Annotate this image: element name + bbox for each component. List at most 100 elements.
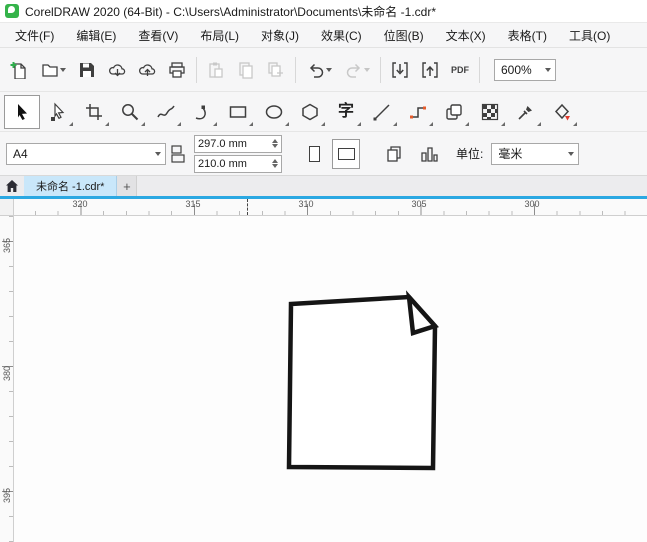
copy-button[interactable] [231,55,261,85]
paste-icon [209,62,223,78]
page-shape[interactable] [286,290,439,471]
menu-edit[interactable]: 编辑(E) [65,23,127,48]
ruler-label: 320 [72,199,88,209]
redo-dropdown-caret[interactable] [363,67,370,72]
page-dimensions: 297.0 mm 210.0 mm [194,134,282,173]
standard-toolbar: PDF 600% [0,48,647,92]
shape-tool-icon [51,101,65,121]
connector-tool[interactable] [400,95,436,129]
all-pages-icon [387,145,401,162]
zoom-level-combo[interactable]: 600% [494,58,556,81]
app-window: CorelDRAW 2020 (64-Bit) - C:\Users\Admin… [0,0,647,542]
checkerboard-icon [481,103,499,120]
ruler-origin-corner[interactable] [0,199,14,216]
page-size-caret [155,151,161,156]
undo-dropdown-caret[interactable] [325,67,332,72]
ruler-label: 305 [411,199,427,209]
menu-text[interactable]: 文本(X) [435,23,497,48]
open-dropdown-caret[interactable] [59,67,66,72]
undo-button[interactable] [300,55,338,85]
text-tool[interactable]: 字 [328,95,364,129]
eyedropper-tool[interactable] [508,95,544,129]
export-button[interactable] [415,55,445,85]
page-size-combo[interactable]: A4 [6,142,166,165]
menu-view[interactable]: 查看(V) [127,23,189,48]
print-button[interactable] [162,55,192,85]
export-icon [422,61,438,78]
new-document-tab-button[interactable]: + [117,176,138,196]
portrait-icon [308,145,320,162]
new-document-button[interactable] [4,55,34,85]
polygon-tool[interactable] [292,95,328,129]
menu-object[interactable]: 对象(J) [250,23,310,48]
line-tool-icon [373,103,390,120]
property-bar: A4 297.0 mm 210.0 mm 单位: 毫米 [0,132,647,176]
import-button[interactable] [385,55,415,85]
document-tab-bar: 未命名 -1.cdr* + [0,176,647,196]
menu-file[interactable]: 文件(F) [4,23,65,48]
zoom-tool-icon [122,103,139,120]
menu-bitmaps[interactable]: 位图(B) [373,23,435,48]
portrait-orientation-button[interactable] [300,139,328,169]
polygon-tool-icon [302,103,318,120]
zoom-combo-caret [545,67,551,72]
pick-tool[interactable] [4,94,40,129]
transparency-tool[interactable] [472,95,508,129]
duplicate-button[interactable] [261,55,291,85]
units-value: 毫米 [498,147,523,161]
interactive-fill-tool[interactable] [544,95,580,129]
width-spinner[interactable] [272,139,278,148]
home-icon [6,180,18,192]
ruler-label: 365 [2,237,12,253]
crop-tool-icon [86,103,102,120]
open-from-cloud-button[interactable] [102,55,132,85]
ruler-label: 300 [524,199,540,209]
shape-tool[interactable] [40,95,76,129]
units-caret [568,151,575,156]
current-page-button[interactable] [414,139,444,169]
two-point-line-tool[interactable] [364,95,400,129]
duplicate-icon [268,61,283,77]
menu-tools[interactable]: 工具(O) [558,23,621,48]
rectangle-tool[interactable] [220,95,256,129]
toolbar-divider [295,56,296,83]
ruler-label: 315 [185,199,201,209]
menu-table[interactable]: 表格(T) [497,23,558,48]
toolbar-divider [196,56,197,83]
menu-layout[interactable]: 布局(L) [189,23,250,48]
welcome-screen-button[interactable] [0,176,24,196]
landscape-orientation-button[interactable] [332,138,360,169]
menu-effects[interactable]: 效果(C) [310,23,373,48]
ellipse-tool[interactable] [256,95,292,129]
document-tab-active[interactable]: 未命名 -1.cdr* [24,176,118,196]
open-button[interactable] [34,55,72,85]
page-height-field[interactable]: 210.0 mm [194,154,282,173]
drop-shadow-tool[interactable] [436,95,472,129]
redo-button[interactable] [338,55,376,85]
height-spinner[interactable] [272,159,278,168]
save-to-cloud-button[interactable] [132,55,162,85]
page-size-value: A4 [13,146,28,161]
drawing-canvas[interactable] [14,216,647,542]
menu-bar: 文件(F) 编辑(E) 查看(V) 布局(L) 对象(J) 效果(C) 位图(B… [0,22,647,48]
undo-icon [309,63,323,78]
all-pages-button[interactable] [380,139,410,169]
vertical-ruler[interactable]: 365 380 395 [0,216,14,542]
horizontal-ruler[interactable]: 320 315 310 305 300 [14,199,647,216]
zoom-level-value: 600% [501,62,532,77]
drop-shadow-icon [446,103,462,120]
bezier-curve-tool[interactable] [184,95,220,129]
units-label: 单位: [456,147,484,161]
zoom-tool[interactable] [112,95,148,129]
pdf-icon: PDF [451,64,469,75]
units-combo[interactable]: 毫米 [491,142,580,165]
save-button[interactable] [72,55,102,85]
page-width-field[interactable]: 297.0 mm [194,134,282,153]
bezier-curve-icon [195,105,206,119]
page-width-value: 297.0 mm [198,137,247,150]
publish-to-pdf-button[interactable]: PDF [445,55,475,85]
coreldraw-logo-icon [5,4,19,18]
paste-button[interactable] [201,55,231,85]
freehand-tool[interactable] [148,95,184,129]
crop-tool[interactable] [76,95,112,129]
